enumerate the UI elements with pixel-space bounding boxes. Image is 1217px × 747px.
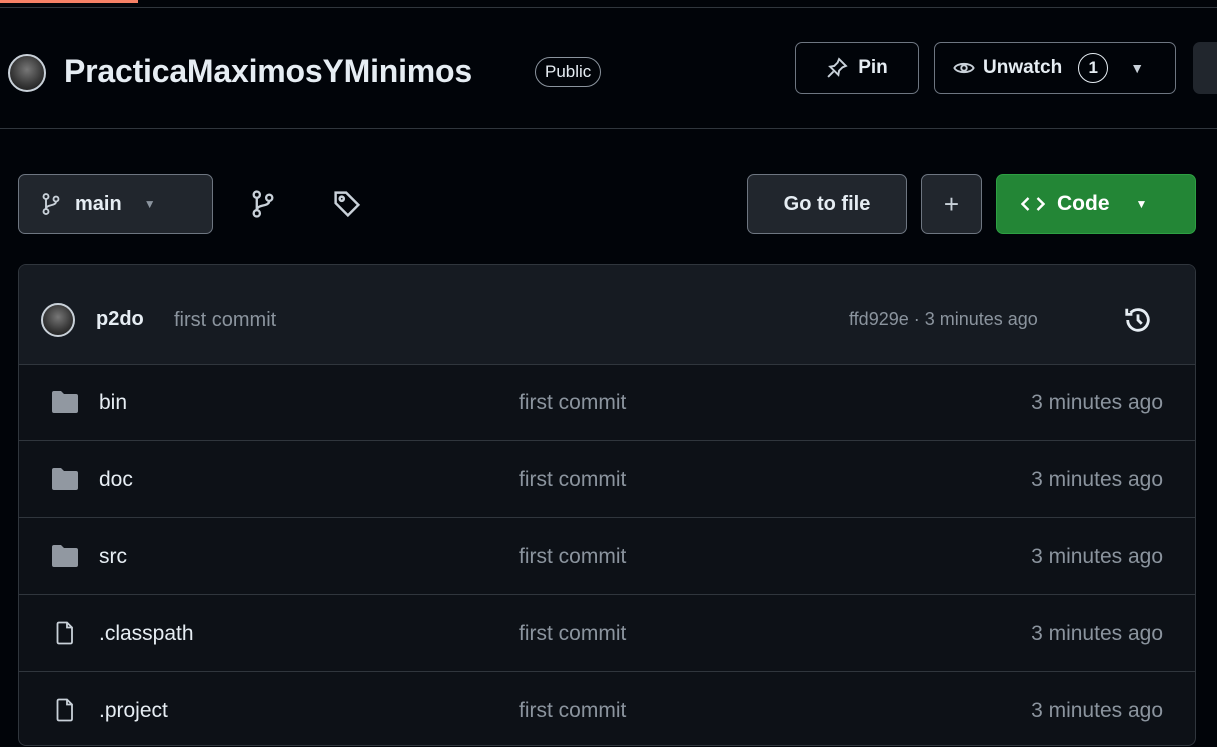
code-icon (1021, 197, 1045, 211)
pin-button[interactable]: Pin (795, 42, 919, 94)
repo-title[interactable]: PracticaMaximosYMinimos (64, 53, 472, 90)
code-button[interactable]: Code ▼ (996, 174, 1196, 234)
avatar[interactable] (41, 303, 75, 337)
pin-label: Pin (858, 57, 888, 78)
file-commit-message[interactable]: first commit (519, 545, 626, 569)
file-icon (56, 698, 73, 722)
visibility-badge: Public (535, 57, 602, 87)
file-commit-message[interactable]: first commit (519, 468, 626, 492)
header-divider (0, 128, 1217, 129)
commit-message[interactable]: first commit (174, 309, 276, 332)
latest-commit-bar: p2do first commit ffd929e · 3 minutes ag… (19, 265, 1195, 365)
chevron-down-icon: ▼ (1130, 60, 1145, 76)
file-time: 3 minutes ago (1031, 468, 1163, 491)
file-name[interactable]: bin (99, 391, 127, 415)
file-name[interactable]: src (99, 545, 127, 569)
unwatch-label: Unwatch (983, 57, 1063, 78)
owner-avatar[interactable] (8, 54, 46, 92)
file-row-project[interactable]: .project first commit 3 minutes ago (19, 672, 1195, 745)
file-time: 3 minutes ago (1031, 622, 1163, 645)
code-label: Code (1057, 192, 1110, 215)
file-row-doc[interactable]: doc first commit 3 minutes ago (19, 441, 1195, 518)
file-time: 3 minutes ago (1031, 545, 1163, 568)
unwatch-button[interactable]: Unwatch 1 ▼ (934, 42, 1176, 94)
branch-selector[interactable]: main ▼ (18, 174, 213, 234)
pin-icon (827, 57, 848, 78)
commit-hash-time[interactable]: ffd929e · 3 minutes ago (849, 309, 1038, 330)
chevron-down-icon: ▼ (143, 197, 156, 211)
git-branch-icon[interactable] (249, 190, 277, 218)
file-row-src[interactable]: src first commit 3 minutes ago (19, 518, 1195, 595)
file-commit-message[interactable]: first commit (519, 622, 626, 646)
chevron-down-icon: ▼ (1135, 197, 1148, 211)
file-time: 3 minutes ago (1031, 391, 1163, 414)
watch-count-badge: 1 (1078, 53, 1109, 83)
file-row-bin[interactable]: bin first commit 3 minutes ago (19, 364, 1195, 441)
add-file-button[interactable]: + (921, 174, 982, 234)
file-name[interactable]: doc (99, 468, 133, 492)
star-button-partial[interactable] (1193, 42, 1217, 94)
nav-divider (0, 7, 1217, 8)
tag-icon[interactable] (333, 190, 361, 218)
file-icon (56, 621, 73, 645)
go-to-file-button[interactable]: Go to file (747, 174, 907, 234)
folder-icon (52, 391, 78, 413)
file-row-classpath[interactable]: .classpath first commit 3 minutes ago (19, 595, 1195, 672)
commit-author[interactable]: p2do (96, 308, 144, 331)
folder-icon (52, 468, 78, 490)
file-commit-message[interactable]: first commit (519, 699, 626, 723)
file-name[interactable]: .classpath (99, 622, 194, 646)
file-browser: p2do first commit ffd929e · 3 minutes ag… (18, 264, 1196, 746)
git-branch-icon (42, 193, 60, 215)
branch-name: main (75, 192, 122, 215)
file-time: 3 minutes ago (1031, 699, 1163, 722)
file-list: bin first commit 3 minutes ago doc first… (19, 364, 1195, 745)
eye-icon (953, 62, 975, 74)
active-tab-underline (0, 0, 138, 3)
folder-icon (52, 545, 78, 567)
history-icon[interactable] (1123, 305, 1153, 335)
file-name[interactable]: .project (99, 699, 168, 723)
file-commit-message[interactable]: first commit (519, 391, 626, 415)
